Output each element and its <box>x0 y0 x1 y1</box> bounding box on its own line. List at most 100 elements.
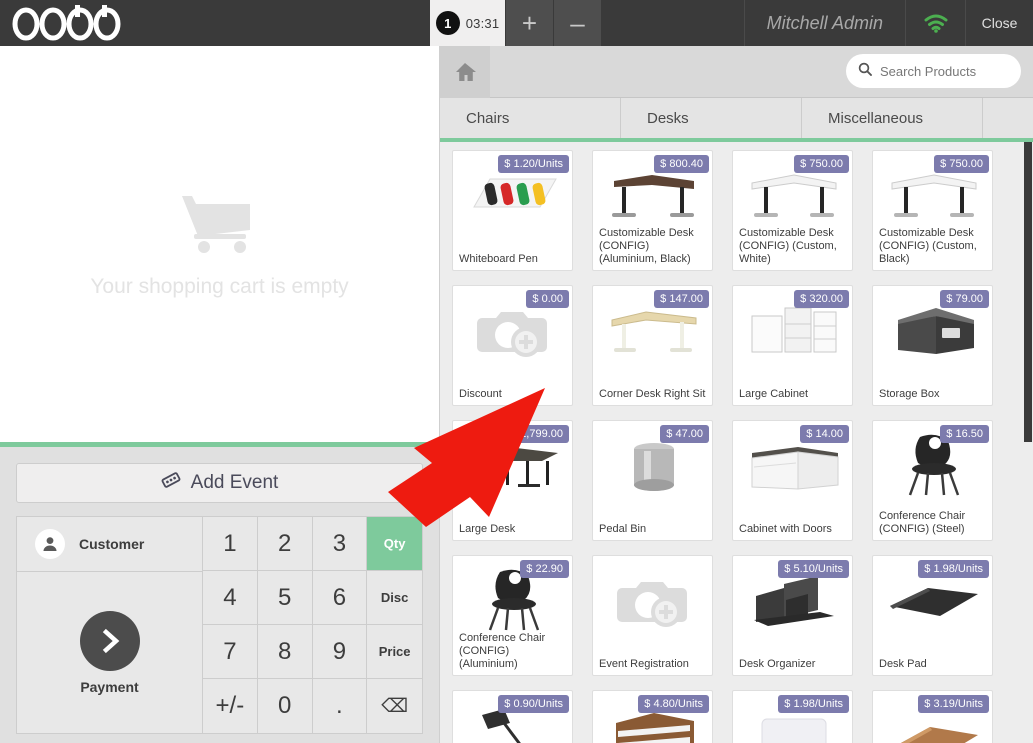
product-card[interactable]: $ 16.50 Conference Chair (CONFIG) (Steel) <box>872 420 993 541</box>
product-list-scroll[interactable]: $ 1.20/Units Whiteboard Pen $ 800.40 Custom… <box>440 142 1033 743</box>
product-price-badge: $ 14.00 <box>800 425 849 443</box>
category-tabs: Chairs Desks Miscellaneous <box>440 98 1033 142</box>
product-card[interactable]: $ 320.00 Large Cabinet <box>732 285 853 406</box>
product-price-badge: $ 22.90 <box>520 560 569 578</box>
product-scrollbar-track[interactable] <box>1024 142 1033 743</box>
empty-cart-placeholder: Your shopping cart is empty <box>0 46 439 443</box>
product-card[interactable]: $ 22.90 Conference Chair (CONFIG) (Alumin… <box>452 555 573 676</box>
product-name: Customizable Desk (CONFIG) (Aluminium, B… <box>599 227 694 265</box>
product-name: Whiteboard Pen <box>459 253 538 265</box>
numpad-price[interactable]: Price <box>367 625 422 679</box>
numpad-3[interactable]: 3 <box>312 517 368 571</box>
payment-button[interactable]: Payment <box>17 572 202 733</box>
order-timer: 03:31 <box>465 15 500 31</box>
product-name: Storage Box <box>879 388 940 400</box>
search-icon <box>858 62 872 81</box>
product-card[interactable]: $ 750.00 Customizable Desk (CONFIG) (Cust… <box>872 150 993 271</box>
payment-label: Payment <box>80 678 139 695</box>
product-card[interactable]: $ 1.20/Units Whiteboard Pen <box>452 150 573 271</box>
product-card[interactable]: $ 800.40 Customizable Desk (CONFIG) (Alum… <box>592 150 713 271</box>
product-name: Conference Chair (CONFIG) (Aluminium) <box>459 632 546 670</box>
product-panel: ✖ ChairsDesksMiscellaneous $ 1.20/Units W… <box>440 45 1033 743</box>
product-price-badge: $ 5.10/Units <box>778 560 849 578</box>
product-name: Large Desk <box>459 523 516 535</box>
home-icon[interactable] <box>440 45 490 98</box>
control-buttons: Customer Payment 1 2 3 Qty 4 5 6 Disc 7 8 9 Price +/… <box>16 516 423 734</box>
numpad-2[interactable]: 2 <box>257 517 313 571</box>
product-price-badge: $ 79.00 <box>940 290 989 308</box>
numpad: 1 2 3 Qty 4 5 6 Disc 7 8 9 Price +/- 0. ⌫ <box>203 517 422 733</box>
chevron-right-icon <box>79 610 140 671</box>
product-name: Large Cabinet <box>739 388 809 400</box>
add-order-button[interactable]: + <box>506 0 554 46</box>
add-event-label: Add Event <box>190 472 279 493</box>
product-price-badge: $ 16.50 <box>940 425 989 443</box>
product-card[interactable]: $ 1.98/Units Desk Pad <box>872 555 993 676</box>
search-box[interactable]: ✖ <box>846 54 1033 88</box>
product-card[interactable]: $ 4.80/Units <box>592 690 713 743</box>
product-card[interactable]: $ 1.98/Units <box>732 690 853 743</box>
category-tab-chairs[interactable]: Chairs <box>440 98 621 138</box>
product-name: Desk Organizer <box>739 658 816 670</box>
search-input[interactable] <box>880 63 1033 79</box>
product-price-badge: $ 750.00 <box>794 155 849 173</box>
numpad-backspace[interactable]: ⌫ <box>367 679 422 733</box>
product-price-badge: $ 320.00 <box>794 290 849 308</box>
product-card[interactable]: $ 0.90/Units <box>452 690 573 743</box>
product-card[interactable]: $ 14.00 Cabinet with Doors <box>732 420 853 541</box>
order-panel: Your shopping cart is empty Add Event Cu… <box>0 46 440 743</box>
remove-order-button[interactable]: – <box>554 0 602 46</box>
add-event-button[interactable]: Add Event <box>16 463 423 503</box>
numpad-0[interactable]: 0 <box>257 679 313 733</box>
product-card[interactable]: $ 750.00 Customizable Desk (CONFIG) (Cust… <box>732 150 853 271</box>
numpad-qty[interactable]: Qty <box>367 517 422 571</box>
product-card[interactable]: $ 1,799.00 Large Desk <box>452 420 573 541</box>
user-menu-button[interactable]: Mitchell Admin <box>743 0 905 46</box>
product-image <box>593 560 712 638</box>
product-name: Pedal Bin <box>599 523 647 535</box>
close-button[interactable]: Close <box>965 0 1033 46</box>
product-price-badge: $ 4.80/Units <box>638 695 709 713</box>
product-name: Customizable Desk (CONFIG) (Custom, Whit… <box>739 227 837 265</box>
customer-label: Customer <box>79 536 145 552</box>
numpad-4[interactable]: 4 <box>203 571 258 625</box>
numpad-decimal[interactable]: . <box>312 679 368 733</box>
product-card[interactable]: $ 0.00 Discount <box>452 285 573 406</box>
numpad-1[interactable]: 1 <box>203 517 258 571</box>
product-price-badge: $ 0.90/Units <box>498 695 569 713</box>
wifi-icon[interactable] <box>905 0 965 46</box>
numpad-6[interactable]: 6 <box>312 571 368 625</box>
product-name: Discount <box>459 388 502 400</box>
order-number-badge: 1 <box>435 11 460 35</box>
product-card[interactable]: $ 79.00 Storage Box <box>872 285 993 406</box>
product-name: Desk Pad <box>879 658 927 670</box>
product-card[interactable]: $ 5.10/Units Desk Organizer <box>732 555 853 676</box>
person-icon <box>35 529 65 559</box>
category-tab-desks[interactable]: Desks <box>621 98 802 138</box>
product-card[interactable]: $ 3.19/Units <box>872 690 993 743</box>
product-name: Conference Chair (CONFIG) (Steel) <box>879 510 966 535</box>
product-price-badge: $ 800.40 <box>654 155 709 173</box>
product-name: Customizable Desk (CONFIG) (Custom, Blac… <box>879 227 977 265</box>
numpad-7[interactable]: 7 <box>203 625 258 679</box>
order-tab-1[interactable]: 1 03:31 <box>430 0 505 46</box>
product-card[interactable]: $ 147.00 Corner Desk Right Sit <box>592 285 713 406</box>
product-card[interactable]: $ 47.00 Pedal Bin <box>592 420 713 541</box>
product-card[interactable]: Event Registration <box>592 555 713 676</box>
product-price-badge: $ 1.98/Units <box>918 560 989 578</box>
numpad-5[interactable]: 5 <box>257 571 313 625</box>
category-tab-miscellaneous[interactable]: Miscellaneous <box>802 98 983 138</box>
product-price-badge: $ 47.00 <box>660 425 709 443</box>
numpad-8[interactable]: 8 <box>257 625 313 679</box>
set-customer-button[interactable]: Customer <box>17 517 202 572</box>
product-price-badge: $ 1.98/Units <box>778 695 849 713</box>
product-price-badge: $ 750.00 <box>934 155 989 173</box>
empty-cart-text: Your shopping cart is empty <box>90 275 349 298</box>
product-scrollbar-thumb[interactable] <box>1024 142 1032 442</box>
numpad-plusminus[interactable]: +/- <box>203 679 258 733</box>
numpad-disc[interactable]: Disc <box>367 571 422 625</box>
ticket-icon <box>161 471 181 495</box>
top-bar: 1 03:31 + – Mitchell Admin Close <box>0 0 1033 46</box>
numpad-9[interactable]: 9 <box>312 625 368 679</box>
